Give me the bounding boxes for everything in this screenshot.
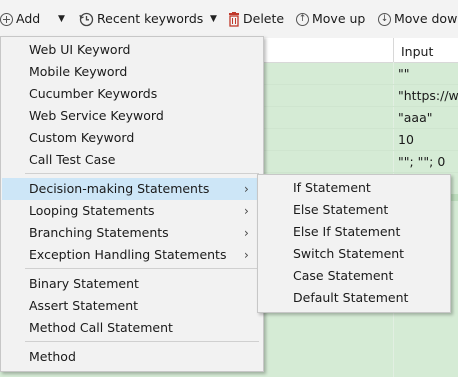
arrow-down-icon: ↓ — [378, 13, 391, 26]
arrow-up-icon: ↑ — [296, 13, 309, 26]
move-up-button[interactable]: ↑ Move up — [296, 10, 365, 28]
history-icon — [79, 12, 94, 27]
chevron-right-icon: › — [244, 182, 249, 196]
input-cell[interactable]: ""; ""; 0 — [398, 154, 445, 169]
delete-button[interactable]: Delete — [228, 10, 284, 28]
toolbar: Add ▼ Recent keywords ▼ Delete ↑ Move up … — [0, 0, 458, 38]
decision-making-submenu: If Statement Else Statement Else If Stat… — [257, 174, 451, 313]
menu-item-binary-statement[interactable]: Binary Statement — [1, 273, 263, 295]
menu-item-exception-handling-statements[interactable]: Exception Handling Statements › — [1, 244, 263, 266]
menu-item-mobile-keyword[interactable]: Mobile Keyword — [1, 61, 263, 83]
menu-item-decision-making-statements[interactable]: Decision-making Statements › — [2, 178, 258, 200]
submenu-item-default-statement[interactable]: Default Statement — [258, 287, 450, 309]
recent-keywords-button[interactable]: Recent keywords — [79, 10, 203, 28]
menu-item-custom-keyword[interactable]: Custom Keyword — [1, 127, 263, 149]
add-dropdown-icon[interactable]: ▼ — [58, 10, 65, 28]
menu-item-looping-statements[interactable]: Looping Statements › — [1, 200, 263, 222]
add-label: Add — [16, 11, 41, 26]
row-divider — [262, 106, 458, 107]
input-cell[interactable]: "https://ww — [398, 88, 458, 103]
input-cell[interactable]: "aaa" — [398, 110, 432, 125]
input-cell[interactable]: 10 — [398, 132, 414, 147]
menu-separator — [25, 341, 259, 342]
delete-label: Delete — [243, 11, 285, 26]
chevron-right-icon: › — [244, 248, 249, 262]
menu-item-method[interactable]: Method — [1, 346, 263, 368]
submenu-item-if-statement[interactable]: If Statement — [258, 177, 450, 199]
trash-icon — [229, 12, 239, 27]
row-divider — [262, 172, 458, 173]
menu-item-cucumber-keywords[interactable]: Cucumber Keywords — [1, 83, 263, 105]
input-cell[interactable]: "" — [398, 66, 410, 81]
menu-item-branching-statements[interactable]: Branching Statements › — [1, 222, 263, 244]
menu-item-web-ui-keyword[interactable]: Web UI Keyword — [1, 39, 263, 61]
row-divider — [262, 150, 458, 151]
add-button[interactable]: Add — [0, 10, 40, 28]
menu-item-assert-statement[interactable]: Assert Statement — [1, 295, 263, 317]
add-icon — [0, 13, 13, 26]
submenu-item-else-statement[interactable]: Else Statement — [258, 199, 450, 221]
recent-dropdown-icon[interactable]: ▼ — [210, 10, 217, 28]
chevron-right-icon: › — [244, 204, 249, 218]
row-divider — [262, 84, 458, 85]
submenu-item-else-if-statement[interactable]: Else If Statement — [258, 221, 450, 243]
menu-separator — [25, 268, 259, 269]
recent-keywords-label: Recent keywords — [97, 11, 204, 26]
submenu-item-switch-statement[interactable]: Switch Statement — [258, 243, 450, 265]
move-up-label: Move up — [312, 11, 366, 26]
menu-separator — [25, 173, 259, 174]
move-down-button[interactable]: ↓ Move dow — [378, 10, 457, 28]
add-menu: Web UI Keyword Mobile Keyword Cucumber K… — [0, 36, 264, 372]
chevron-right-icon: › — [244, 226, 249, 240]
menu-item-call-test-case[interactable]: Call Test Case — [1, 149, 263, 171]
row-divider — [262, 128, 458, 129]
menu-item-method-call-statement[interactable]: Method Call Statement — [1, 317, 263, 339]
column-separator — [393, 38, 394, 62]
move-down-label: Move dow — [394, 11, 458, 26]
menu-item-web-service-keyword[interactable]: Web Service Keyword — [1, 105, 263, 127]
submenu-item-case-statement[interactable]: Case Statement — [258, 265, 450, 287]
column-title-input[interactable]: Input — [401, 44, 433, 59]
